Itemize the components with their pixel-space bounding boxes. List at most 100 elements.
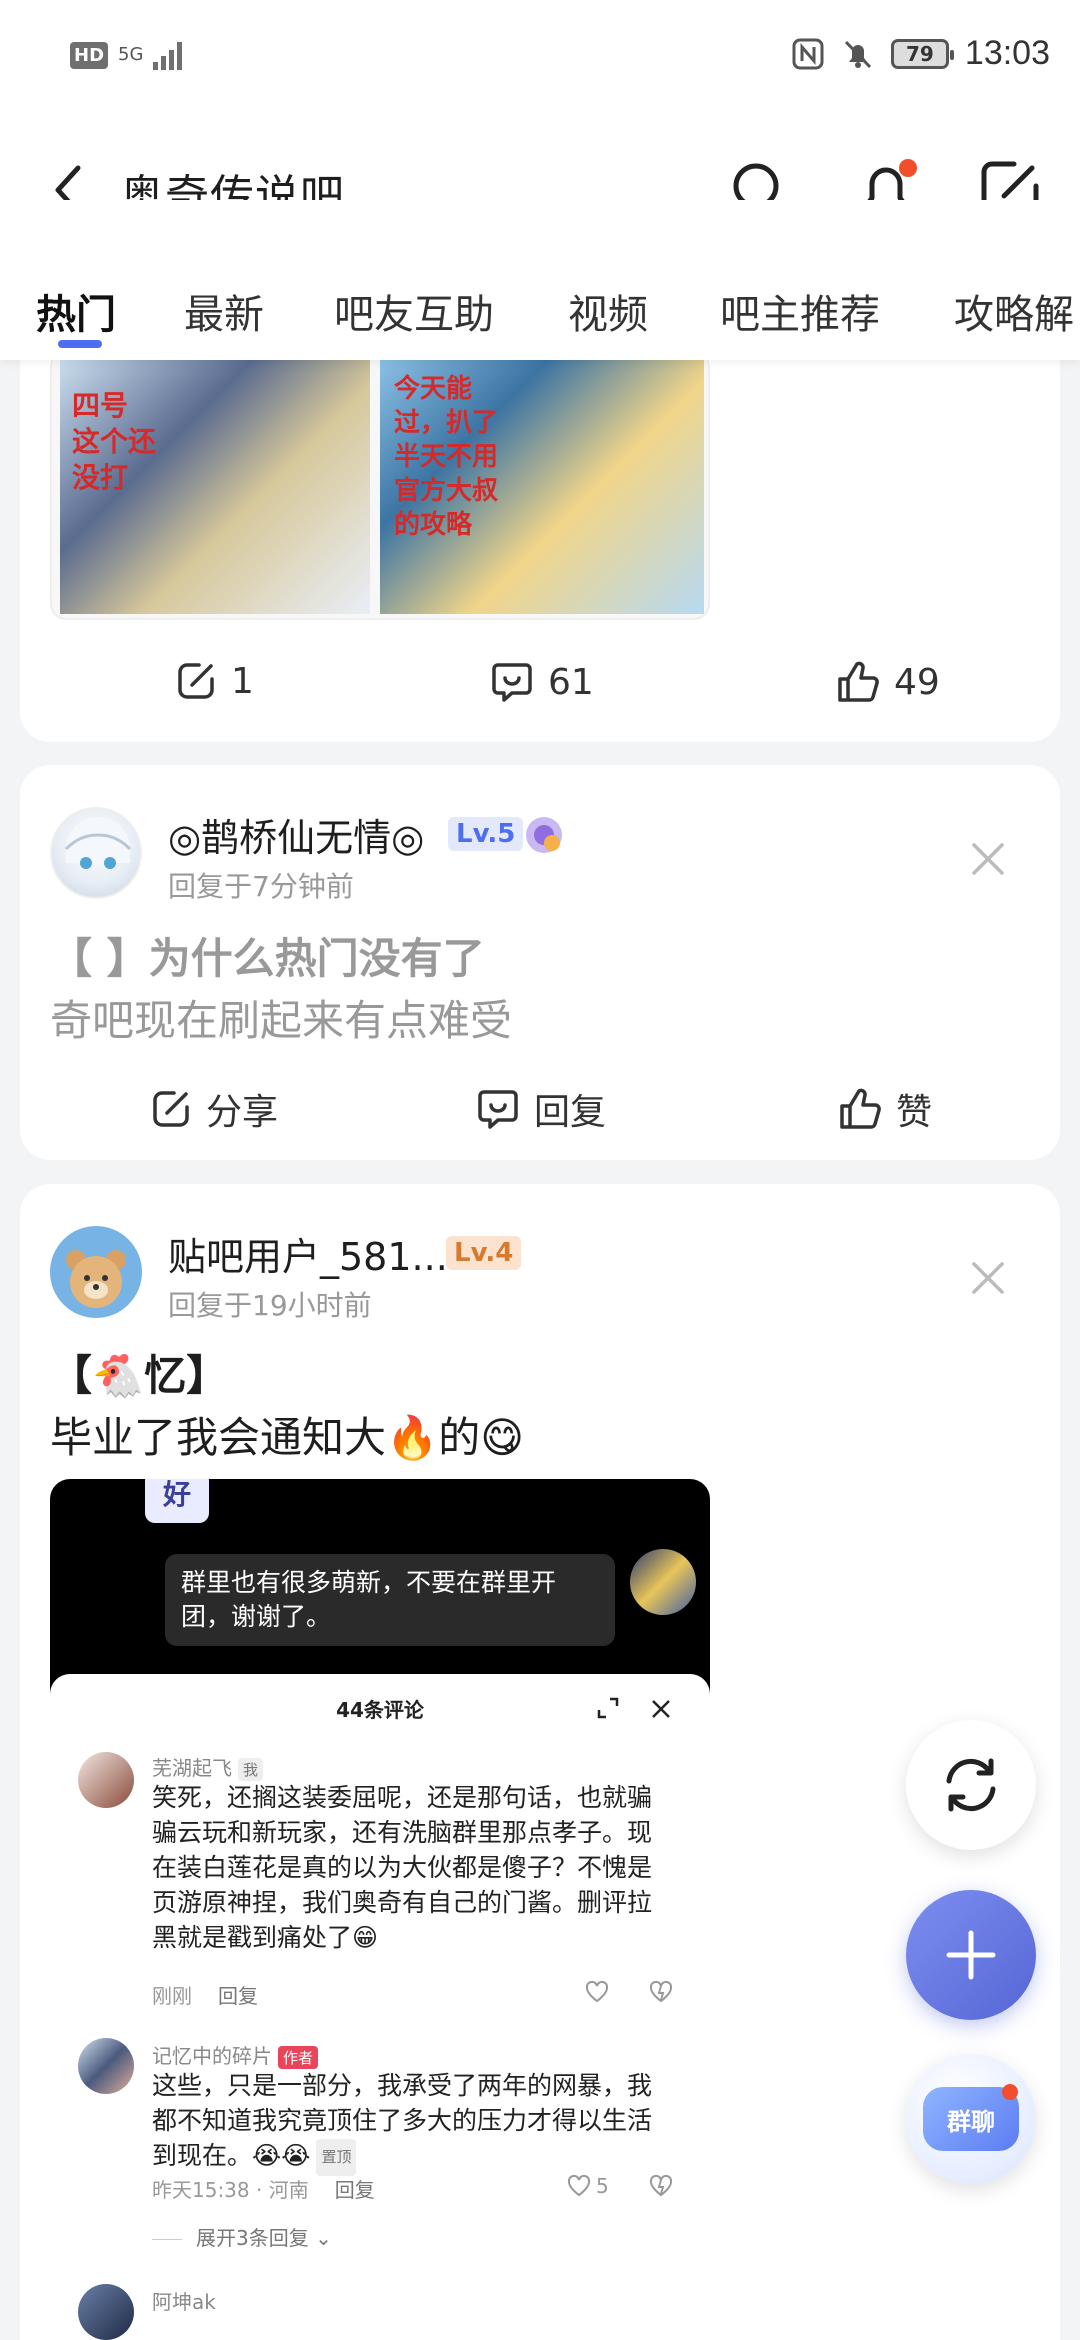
like-label: 赞 [896, 1092, 933, 1133]
comment-like-count: 5 [596, 2174, 609, 2198]
post-meta: 回复于7分钟前 [168, 870, 354, 903]
battery-indicator: 79 [890, 38, 954, 69]
image-text: 今天能 [394, 374, 473, 404]
share-button[interactable]: 分享 [150, 1083, 278, 1135]
group-chat-button[interactable]: 群聊 [906, 2054, 1036, 2184]
comment-meta: 昨天15:38 · 河南 回复 [152, 2178, 375, 2202]
tab-hot[interactable]: 热门 [36, 282, 116, 340]
heart-icon [585, 1980, 609, 2003]
post-card-3[interactable]: 贴吧用户_581... Lv.4 回复于19小时前 【🐔忆】 毕业了我会通知大🔥… [20, 1184, 1060, 2340]
comment-avatar [78, 1752, 134, 1808]
status-left: HD 5G [70, 40, 183, 70]
image-text: 半天不用 [394, 442, 499, 472]
post-title[interactable]: 【 】为什么热门没有了 [50, 925, 485, 986]
dislike-icon [649, 1980, 673, 2003]
post-meta: 回复于19小时前 [168, 1289, 372, 1322]
avatar[interactable] [50, 1226, 142, 1318]
post-screenshot-image[interactable]: 好 群里也有很多萌新，不要在群里开团，谢谢了。 44条评论 芜湖起飞我 笑死，还… [50, 1479, 710, 2340]
share-icon [153, 1091, 189, 1127]
plus-icon [946, 1930, 996, 1980]
comment-meta: 刚刚 回复 [152, 1984, 258, 2008]
chat-bubble: 群里也有很多萌新，不要在群里开团，谢谢了。 [165, 1554, 615, 1646]
post-image-left[interactable]: 四号 这个还 没打 [60, 352, 370, 614]
tab-bar: 热门 最新 吧友互助 视频 吧主推荐 攻略解 [0, 260, 1080, 360]
hd-badge: HD [70, 41, 109, 69]
post-image-right[interactable]: 今天能 过，扒了 半天不用 官方大叔 的攻略 [380, 352, 704, 614]
dislike-icon [649, 2174, 673, 2197]
username[interactable]: 贴吧用户_581... [168, 1226, 448, 1281]
notification-dot [1002, 2084, 1018, 2100]
post-body[interactable]: 奇吧现在刷起来有点难受 [50, 987, 512, 1048]
username[interactable]: ◎鹊桥仙无情◎ [168, 807, 424, 862]
close-icon [652, 1700, 670, 1718]
pinned-tag: 置顶 [316, 2138, 357, 2176]
close-icon[interactable] [966, 837, 1010, 881]
comment-panel: 44条评论 芜湖起飞我 笑死，还搁这装委屈呢，还是那句话，也就骗骗云玩和新玩家，… [50, 1674, 710, 2340]
thumbs-up-icon [838, 661, 879, 702]
chat-bubble-fragment: 好 [145, 1479, 209, 1523]
share-label: 分享 [206, 1092, 279, 1133]
nfc-icon [792, 38, 824, 69]
comment-count: 61 [548, 661, 594, 703]
status-right: 79 13:03 [791, 34, 1050, 73]
chat-avatar [630, 1549, 696, 1615]
image-text: 过，扒了 [394, 408, 499, 438]
reply-button[interactable]: 回复 [476, 1083, 606, 1135]
comment-author: 芜湖起飞我 [152, 1752, 264, 1781]
share-icon [178, 663, 214, 699]
comment-avatar [78, 2284, 134, 2340]
image-text: 的攻略 [394, 510, 473, 540]
bear-avatar-icon [66, 1250, 126, 1308]
tab-mutual-help[interactable]: 吧友互助 [334, 282, 494, 340]
level-badge: Lv.5 [448, 817, 524, 851]
post-actions: 分享 回复 赞 [20, 1065, 1060, 1145]
image-text: 这个还 [72, 425, 157, 458]
network-type: 5G [118, 44, 144, 65]
anime-avatar-icon [64, 817, 132, 869]
thumbs-up-icon [840, 1088, 881, 1129]
new-post-button[interactable] [906, 1890, 1036, 2020]
tab-moderator-picks[interactable]: 吧主推荐 [720, 282, 880, 340]
image-text: 官方大叔 [394, 476, 499, 506]
share-button[interactable]: 1 [175, 660, 254, 702]
signal-icon [153, 40, 183, 70]
image-text: 四号 [72, 389, 129, 422]
image-text: 没打 [72, 461, 129, 494]
comment-author: 阿坤ak [152, 2290, 216, 2314]
group-chat-label: 群聊 [947, 2107, 995, 2136]
avatar[interactable] [50, 807, 142, 899]
comment-text: 这些，只是一部分，我承受了两年的网暴，我都不知道我究竟顶住了多大的压力才得以生活… [152, 2068, 672, 2176]
comment-avatar [78, 2038, 134, 2094]
status-bar: HD 5G 79 13:03 [0, 0, 1080, 120]
refresh-button[interactable] [906, 1720, 1036, 1850]
mute-bell-icon [844, 40, 871, 68]
tab-video[interactable]: 视频 [568, 282, 648, 340]
comment-author: 记忆中的碎片 作者 [152, 2040, 319, 2069]
tab-active-indicator [58, 340, 102, 348]
like-count: 49 [894, 661, 940, 703]
heart-icon [567, 2174, 591, 2197]
post-body[interactable]: 毕业了我会通知大🔥的😋 [50, 1404, 524, 1465]
reply-label: 回复 [534, 1092, 607, 1133]
comment-icon [478, 1090, 518, 1129]
expand-icon [597, 1697, 619, 1719]
comment-tag: 我 [238, 1758, 264, 1781]
share-count: 1 [231, 660, 254, 702]
notification-dot [899, 159, 917, 177]
like-button[interactable]: 赞 [838, 1083, 932, 1135]
refresh-icon [946, 1758, 996, 1812]
comment-button[interactable]: 61 [490, 660, 594, 704]
comment-text: 笑死，还搁这装委屈呢，还是那句话，也就骗骗云玩和新玩家，还有洗脑群里那点孝子。现… [152, 1783, 653, 1952]
member-badge-icon [526, 817, 562, 853]
clock: 13:03 [964, 34, 1050, 72]
close-icon[interactable] [966, 1256, 1010, 1300]
post-actions: 1 61 49 [20, 642, 1060, 722]
post-title[interactable]: 【🐔忆】 [50, 1342, 228, 1403]
like-button[interactable]: 49 [836, 660, 940, 704]
post-card-2[interactable]: ◎鹊桥仙无情◎ Lv.5 回复于7分钟前 【 】为什么热门没有了 奇吧现在刷起来… [20, 765, 1060, 1160]
post-image-grid[interactable]: 四号 这个还 没打 今天能 过，扒了 半天不用 官方大叔 的攻略 [50, 350, 710, 620]
tab-latest[interactable]: 最新 [184, 282, 264, 340]
level-badge: Lv.4 [446, 1236, 522, 1270]
tab-guides[interactable]: 攻略解 [954, 282, 1074, 340]
author-tag: 作者 [278, 2046, 319, 2069]
